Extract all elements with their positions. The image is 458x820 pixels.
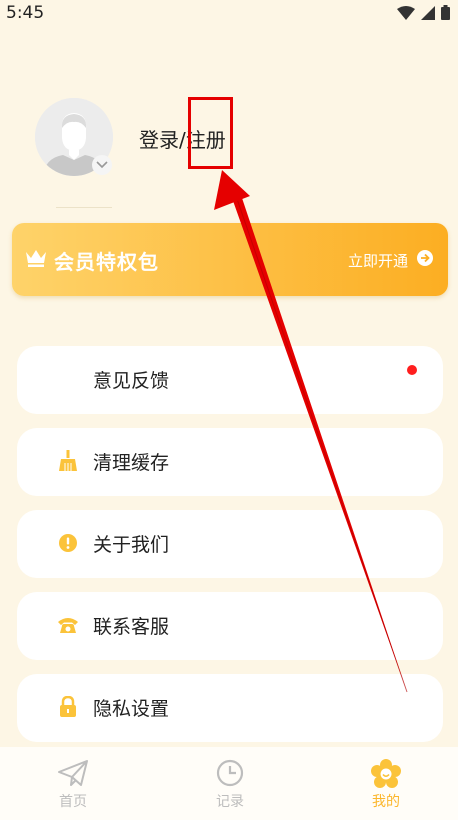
battery-icon: [441, 5, 450, 24]
broom-icon: [57, 450, 79, 472]
menu-item-feedback[interactable]: 意见反馈: [17, 346, 443, 414]
bottom-tab-bar: 首页 记录 我的: [0, 747, 458, 820]
menu-item-label: 隐私设置: [93, 698, 170, 720]
chevron-down-icon: [96, 161, 108, 169]
menu-item-privacy-settings[interactable]: 隐私设置: [17, 674, 443, 742]
menu-item-label: 关于我们: [93, 534, 170, 556]
vip-title: 会员特权包: [54, 250, 159, 274]
smile-flower-icon: [371, 759, 401, 793]
avatar-edit-badge[interactable]: [92, 155, 112, 175]
menu-item-label: 清理缓存: [93, 452, 170, 474]
notification-dot: [407, 365, 417, 375]
arrow-right-circle-icon: [416, 249, 434, 271]
tab-home[interactable]: 首页: [23, 747, 123, 820]
menu-item-about[interactable]: 关于我们: [17, 510, 443, 578]
annotation-highlight-box: [188, 97, 233, 169]
status-bar: 5:45: [0, 0, 458, 26]
menu-item-label: 联系客服: [93, 616, 170, 638]
paper-plane-icon: [57, 759, 89, 791]
crown-icon: [25, 248, 47, 272]
vip-activate-button[interactable]: 立即开通: [348, 249, 434, 271]
tab-label: 我的: [372, 794, 400, 810]
tab-records[interactable]: 记录: [180, 747, 280, 820]
clock-icon: [216, 759, 244, 791]
info-icon: [57, 532, 79, 554]
divider: [56, 207, 112, 208]
vip-banner[interactable]: 会员特权包 立即开通: [12, 223, 448, 296]
signal-icon: [421, 5, 435, 24]
tab-mine[interactable]: 我的: [336, 747, 436, 820]
vip-activate-label: 立即开通: [347, 251, 408, 270]
wifi-icon: [397, 5, 415, 24]
menu-item-label: 意见反馈: [93, 370, 170, 392]
menu-item-clear-cache[interactable]: 清理缓存: [17, 428, 443, 496]
status-icons: [397, 5, 450, 24]
status-time: 5:45: [6, 3, 45, 23]
phone-icon: [57, 614, 79, 636]
tab-label: 记录: [216, 794, 244, 810]
menu-item-contact-service[interactable]: 联系客服: [17, 592, 443, 660]
lock-icon: [57, 696, 79, 718]
tab-label: 首页: [59, 794, 87, 810]
